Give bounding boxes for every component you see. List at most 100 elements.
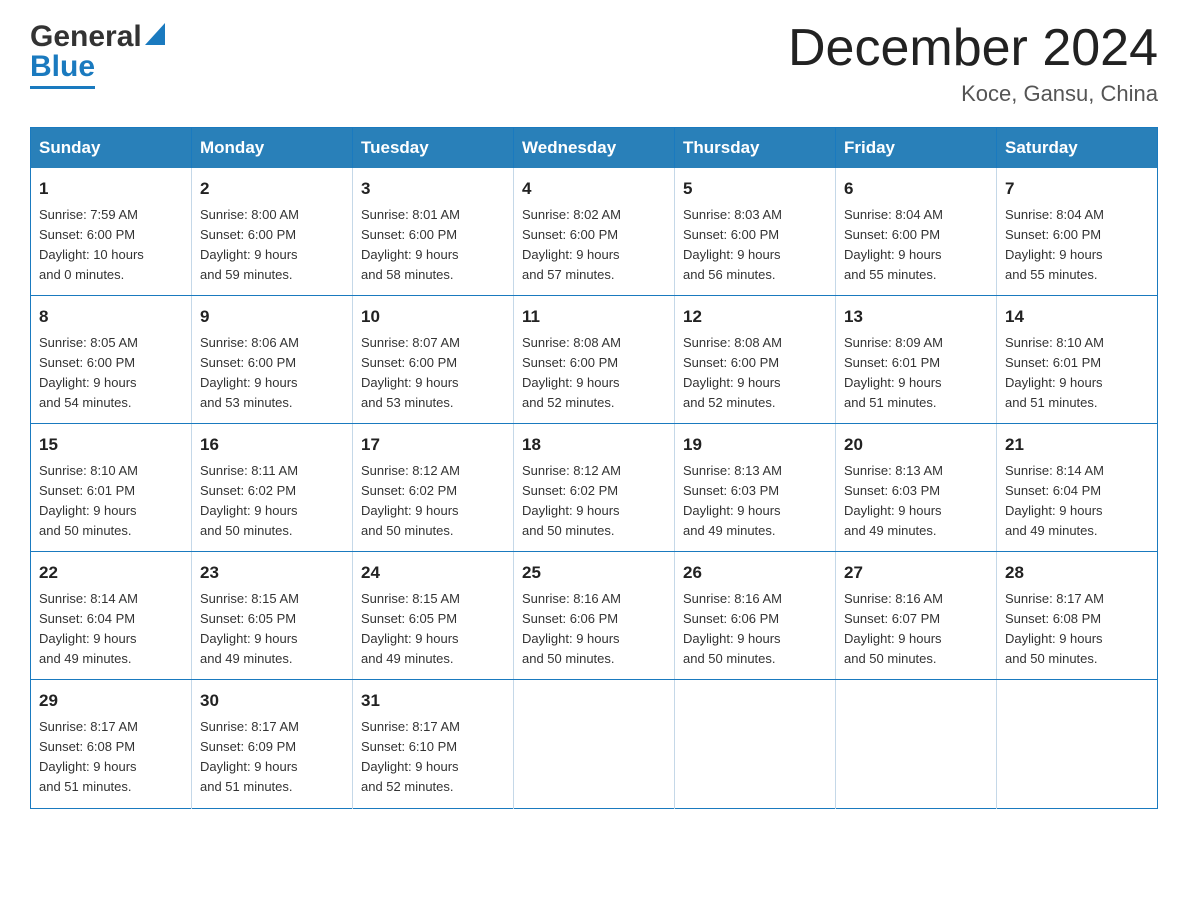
- day-info: Sunrise: 8:04 AMSunset: 6:00 PMDaylight:…: [844, 205, 988, 286]
- day-number: 21: [1005, 432, 1149, 458]
- day-number: 16: [200, 432, 344, 458]
- day-info: Sunrise: 8:16 AMSunset: 6:06 PMDaylight:…: [683, 589, 827, 670]
- day-number: 12: [683, 304, 827, 330]
- header-sunday: Sunday: [31, 128, 192, 169]
- calendar-cell: 10 Sunrise: 8:07 AMSunset: 6:00 PMDayligh…: [353, 296, 514, 424]
- page-header: General Blue December 2024 Koce, Gansu, …: [30, 20, 1158, 107]
- day-number: 30: [200, 688, 344, 714]
- header-friday: Friday: [836, 128, 997, 169]
- calendar-cell: 13 Sunrise: 8:09 AMSunset: 6:01 PMDayligh…: [836, 296, 997, 424]
- day-info: Sunrise: 8:14 AMSunset: 6:04 PMDaylight:…: [1005, 461, 1149, 542]
- day-info: Sunrise: 8:02 AMSunset: 6:00 PMDaylight:…: [522, 205, 666, 286]
- day-number: 13: [844, 304, 988, 330]
- day-number: 19: [683, 432, 827, 458]
- logo-blue-text: Blue: [30, 50, 95, 89]
- day-info: Sunrise: 8:10 AMSunset: 6:01 PMDaylight:…: [1005, 333, 1149, 414]
- day-info: Sunrise: 8:08 AMSunset: 6:00 PMDaylight:…: [683, 333, 827, 414]
- day-number: 15: [39, 432, 183, 458]
- calendar-cell: 7Sunrise: 8:04 AMSunset: 6:00 PMDaylight…: [997, 168, 1158, 296]
- day-number: 10: [361, 304, 505, 330]
- day-number: 29: [39, 688, 183, 714]
- day-info: Sunrise: 8:00 AMSunset: 6:00 PMDaylight:…: [200, 205, 344, 286]
- calendar-cell: [836, 680, 997, 808]
- day-info: Sunrise: 8:07 AMSunset: 6:00 PMDaylight:…: [361, 333, 505, 414]
- day-info: Sunrise: 8:09 AMSunset: 6:01 PMDaylight:…: [844, 333, 988, 414]
- title-section: December 2024 Koce, Gansu, China: [788, 20, 1158, 107]
- calendar-cell: [514, 680, 675, 808]
- day-number: 31: [361, 688, 505, 714]
- day-info: Sunrise: 7:59 AMSunset: 6:00 PMDaylight:…: [39, 205, 183, 286]
- day-info: Sunrise: 8:13 AMSunset: 6:03 PMDaylight:…: [844, 461, 988, 542]
- day-info: Sunrise: 8:11 AMSunset: 6:02 PMDaylight:…: [200, 461, 344, 542]
- day-info: Sunrise: 8:12 AMSunset: 6:02 PMDaylight:…: [361, 461, 505, 542]
- calendar-cell: 27 Sunrise: 8:16 AMSunset: 6:07 PMDayligh…: [836, 552, 997, 680]
- day-info: Sunrise: 8:06 AMSunset: 6:00 PMDaylight:…: [200, 333, 344, 414]
- month-title: December 2024: [788, 20, 1158, 77]
- day-number: 24: [361, 560, 505, 586]
- calendar-cell: 16 Sunrise: 8:11 AMSunset: 6:02 PMDayligh…: [192, 424, 353, 552]
- calendar-cell: 11Sunrise: 8:08 AMSunset: 6:00 PMDayligh…: [514, 296, 675, 424]
- calendar-cell: 1 Sunrise: 7:59 AMSunset: 6:00 PMDaylight…: [31, 168, 192, 296]
- calendar-cell: 6 Sunrise: 8:04 AMSunset: 6:00 PMDaylight…: [836, 168, 997, 296]
- calendar-week-row: 15 Sunrise: 8:10 AMSunset: 6:01 PMDayligh…: [31, 424, 1158, 552]
- logo-general-text: General: [30, 20, 142, 54]
- logo: General Blue: [30, 20, 165, 89]
- day-number: 25: [522, 560, 666, 586]
- day-number: 11: [522, 304, 666, 330]
- day-number: 17: [361, 432, 505, 458]
- day-info: Sunrise: 8:17 AMSunset: 6:09 PMDaylight:…: [200, 717, 344, 798]
- day-number: 6: [844, 176, 988, 202]
- calendar-cell: 12 Sunrise: 8:08 AMSunset: 6:00 PMDayligh…: [675, 296, 836, 424]
- day-number: 8: [39, 304, 183, 330]
- day-number: 20: [844, 432, 988, 458]
- day-number: 9: [200, 304, 344, 330]
- day-info: Sunrise: 8:12 AMSunset: 6:02 PMDaylight:…: [522, 461, 666, 542]
- calendar-week-row: 22Sunrise: 8:14 AMSunset: 6:04 PMDayligh…: [31, 552, 1158, 680]
- day-info: Sunrise: 8:16 AMSunset: 6:07 PMDaylight:…: [844, 589, 988, 670]
- day-number: 3: [361, 176, 505, 202]
- calendar-cell: 28Sunrise: 8:17 AMSunset: 6:08 PMDayligh…: [997, 552, 1158, 680]
- calendar-cell: 30 Sunrise: 8:17 AMSunset: 6:09 PMDayligh…: [192, 680, 353, 808]
- day-info: Sunrise: 8:17 AMSunset: 6:10 PMDaylight:…: [361, 717, 505, 798]
- header-monday: Monday: [192, 128, 353, 169]
- calendar-cell: 20 Sunrise: 8:13 AMSunset: 6:03 PMDayligh…: [836, 424, 997, 552]
- calendar-cell: 3 Sunrise: 8:01 AMSunset: 6:00 PMDaylight…: [353, 168, 514, 296]
- header-tuesday: Tuesday: [353, 128, 514, 169]
- day-number: 2: [200, 176, 344, 202]
- location-text: Koce, Gansu, China: [788, 81, 1158, 107]
- day-number: 18: [522, 432, 666, 458]
- calendar-week-row: 8 Sunrise: 8:05 AMSunset: 6:00 PMDaylight…: [31, 296, 1158, 424]
- calendar-week-row: 1 Sunrise: 7:59 AMSunset: 6:00 PMDaylight…: [31, 168, 1158, 296]
- day-number: 4: [522, 176, 666, 202]
- calendar-cell: 31 Sunrise: 8:17 AMSunset: 6:10 PMDayligh…: [353, 680, 514, 808]
- calendar-cell: [675, 680, 836, 808]
- day-info: Sunrise: 8:05 AMSunset: 6:00 PMDaylight:…: [39, 333, 183, 414]
- calendar-cell: 29 Sunrise: 8:17 AMSunset: 6:08 PMDayligh…: [31, 680, 192, 808]
- calendar-header-row: SundayMondayTuesdayWednesdayThursdayFrid…: [31, 128, 1158, 169]
- calendar-cell: 5Sunrise: 8:03 AMSunset: 6:00 PMDaylight…: [675, 168, 836, 296]
- calendar-cell: 21 Sunrise: 8:14 AMSunset: 6:04 PMDayligh…: [997, 424, 1158, 552]
- day-number: 23: [200, 560, 344, 586]
- calendar-cell: 8 Sunrise: 8:05 AMSunset: 6:00 PMDaylight…: [31, 296, 192, 424]
- calendar-cell: 9 Sunrise: 8:06 AMSunset: 6:00 PMDaylight…: [192, 296, 353, 424]
- day-info: Sunrise: 8:01 AMSunset: 6:00 PMDaylight:…: [361, 205, 505, 286]
- day-info: Sunrise: 8:04 AMSunset: 6:00 PMDaylight:…: [1005, 205, 1149, 286]
- day-info: Sunrise: 8:16 AMSunset: 6:06 PMDaylight:…: [522, 589, 666, 670]
- calendar-cell: 19 Sunrise: 8:13 AMSunset: 6:03 PMDayligh…: [675, 424, 836, 552]
- day-number: 22: [39, 560, 183, 586]
- calendar-cell: 18 Sunrise: 8:12 AMSunset: 6:02 PMDayligh…: [514, 424, 675, 552]
- day-info: Sunrise: 8:10 AMSunset: 6:01 PMDaylight:…: [39, 461, 183, 542]
- logo-triangle-icon: [145, 23, 165, 45]
- calendar-cell: 26Sunrise: 8:16 AMSunset: 6:06 PMDayligh…: [675, 552, 836, 680]
- calendar-cell: 24Sunrise: 8:15 AMSunset: 6:05 PMDayligh…: [353, 552, 514, 680]
- day-info: Sunrise: 8:13 AMSunset: 6:03 PMDaylight:…: [683, 461, 827, 542]
- day-number: 1: [39, 176, 183, 202]
- calendar-cell: 22Sunrise: 8:14 AMSunset: 6:04 PMDayligh…: [31, 552, 192, 680]
- day-number: 27: [844, 560, 988, 586]
- header-saturday: Saturday: [997, 128, 1158, 169]
- day-info: Sunrise: 8:17 AMSunset: 6:08 PMDaylight:…: [39, 717, 183, 798]
- day-number: 5: [683, 176, 827, 202]
- calendar-cell: 25 Sunrise: 8:16 AMSunset: 6:06 PMDayligh…: [514, 552, 675, 680]
- calendar-cell: 15 Sunrise: 8:10 AMSunset: 6:01 PMDayligh…: [31, 424, 192, 552]
- calendar-cell: 23Sunrise: 8:15 AMSunset: 6:05 PMDayligh…: [192, 552, 353, 680]
